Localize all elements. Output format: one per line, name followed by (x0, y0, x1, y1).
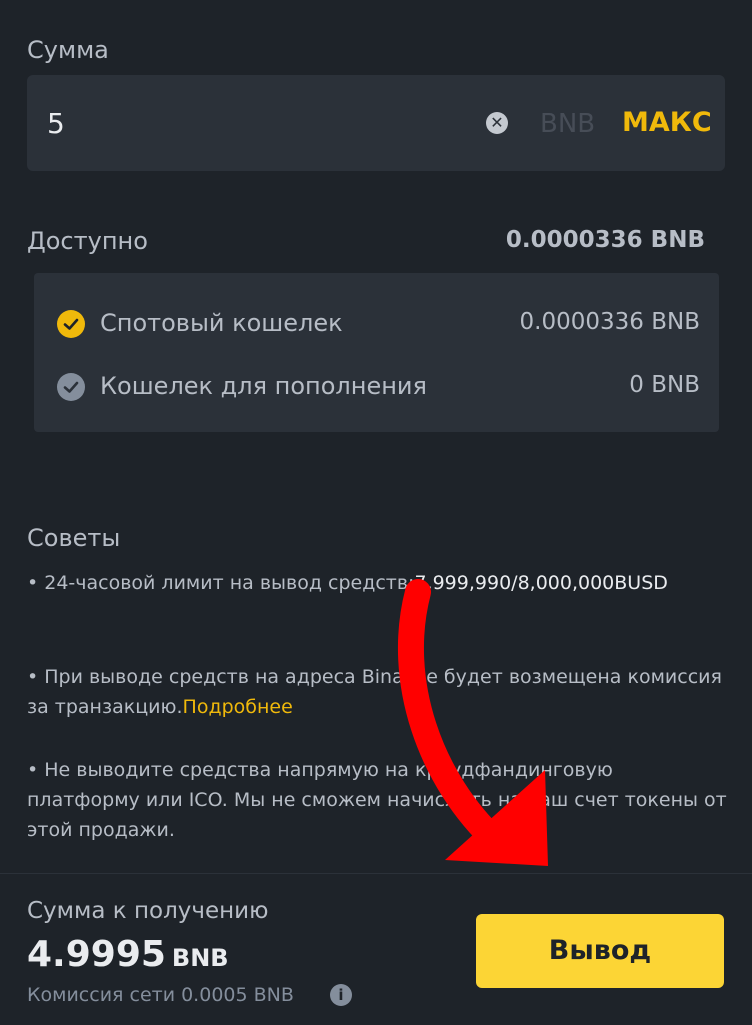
receive-label: Сумма к получению (27, 898, 269, 924)
check-circle-icon[interactable] (57, 310, 85, 338)
tips-title: Советы (27, 524, 121, 552)
tip-ico-warning: • Не выводите средства напрямую на крауд… (27, 759, 727, 841)
tip-fee-refund: • При выводе средств на адреса Binance б… (27, 662, 727, 722)
tip-text: • При выводе средств на адреса Binance б… (27, 666, 722, 718)
wallet-amount: 0.0000336 BNB (519, 309, 700, 335)
more-link[interactable]: Подробнее (183, 696, 293, 718)
wallet-name: Кошелек для пополнения (100, 372, 427, 400)
wallet-option-funding[interactable]: Кошелек для пополнения 0 BNB (34, 367, 719, 407)
tip-limit-value: 7,999,990/8,000,000BUSD (414, 572, 668, 594)
available-value: 0.0000336 BNB (505, 227, 705, 253)
wallet-name: Спотовый кошелек (100, 309, 343, 337)
amount-input-box[interactable]: 5 ✕ BNB МАКС (27, 75, 725, 171)
available-label: Доступно (27, 227, 148, 255)
receive-amount: 4.9995 BNB (27, 934, 229, 975)
tip-withdraw-limit: • 24-часовой лимит на вывод средств:7,99… (27, 568, 727, 598)
max-button[interactable]: МАКС (622, 107, 712, 138)
wallet-list: Спотовый кошелек 0.0000336 BNB Кошелек д… (34, 273, 719, 432)
wallet-option-spot[interactable]: Спотовый кошелек 0.0000336 BNB (34, 304, 719, 344)
withdraw-button[interactable]: Вывод (476, 914, 724, 988)
clear-icon[interactable]: ✕ (486, 112, 508, 134)
amount-input[interactable]: 5 (47, 107, 65, 140)
wallet-amount: 0 BNB (629, 372, 700, 398)
amount-label: Сумма (27, 36, 109, 64)
network-fee: Комиссия сети 0.0005 BNB (27, 984, 294, 1006)
receive-unit: BNB (171, 944, 229, 972)
bottom-bar: Сумма к получению 4.9995 BNB Комиссия сет… (0, 873, 752, 1025)
info-icon[interactable]: i (330, 984, 352, 1006)
receive-value: 4.9995 (27, 934, 166, 975)
amount-unit: BNB (540, 109, 596, 139)
tip-text: • 24-часовой лимит на вывод средств: (27, 572, 415, 594)
check-circle-icon[interactable] (57, 373, 85, 401)
